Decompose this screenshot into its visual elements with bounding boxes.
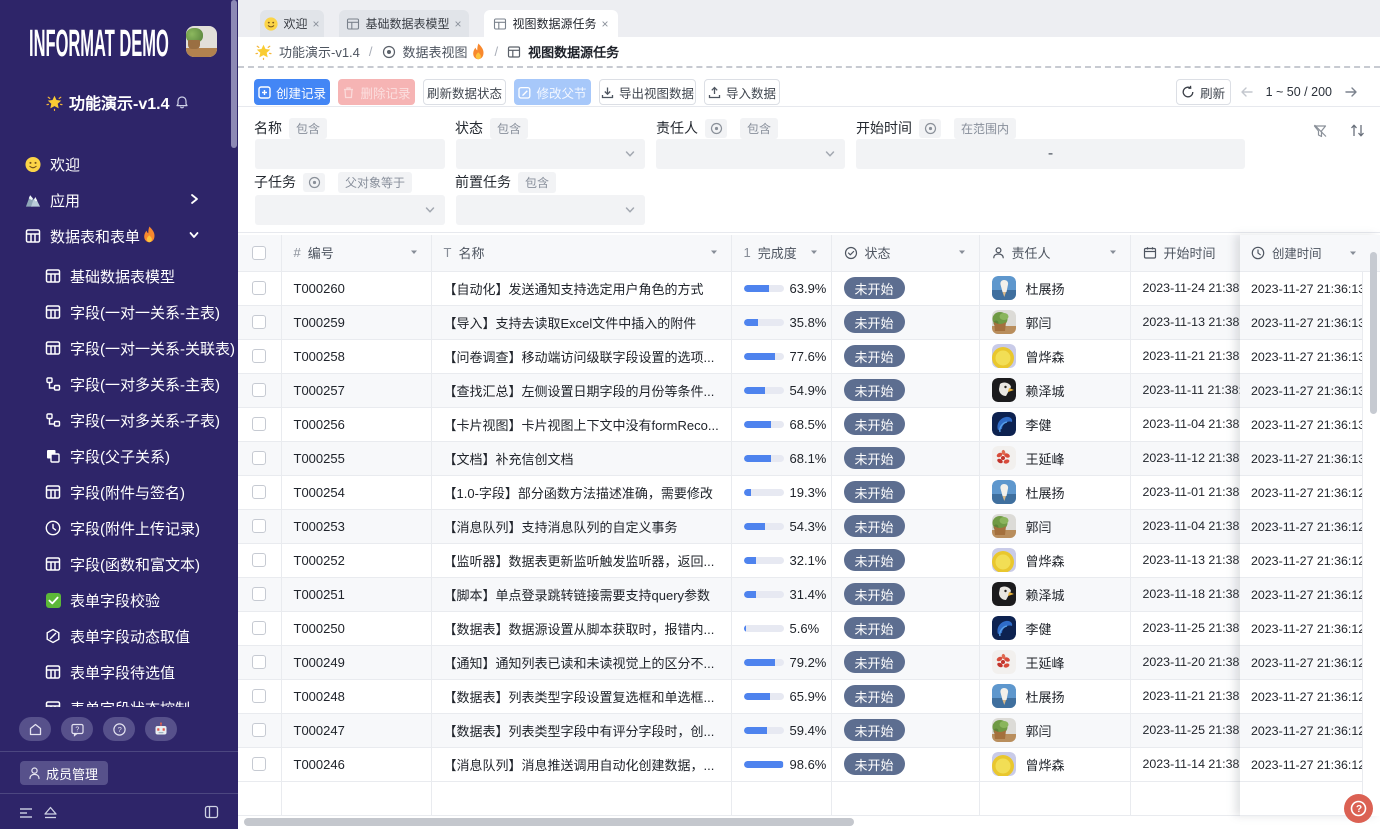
svg-text:?: ?: [75, 726, 79, 733]
svg-text:?: ?: [1356, 804, 1362, 815]
svg-text:?: ?: [117, 725, 121, 734]
